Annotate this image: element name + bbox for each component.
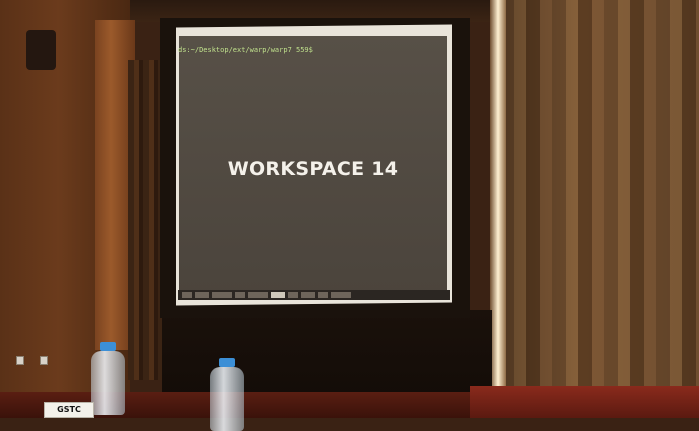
curtain-shadow bbox=[500, 0, 699, 400]
wall-socket bbox=[40, 356, 48, 365]
workspace-title: WORKSPACE 14 bbox=[227, 158, 399, 180]
workspace-indicator bbox=[271, 292, 285, 298]
menu-icon bbox=[182, 292, 192, 298]
water-bottle bbox=[210, 358, 244, 431]
taskbar-item bbox=[195, 292, 209, 298]
bottle-cap bbox=[219, 358, 235, 367]
bottle-body bbox=[210, 367, 244, 431]
taskbar-item bbox=[248, 292, 268, 298]
taskbar-item bbox=[212, 292, 232, 298]
water-bottle bbox=[91, 342, 125, 415]
taskbar-item bbox=[301, 292, 315, 298]
name-card: GSTC bbox=[44, 402, 94, 418]
taskbar-item bbox=[235, 292, 245, 298]
desktop-taskbar bbox=[178, 290, 450, 300]
bottle-cap bbox=[100, 342, 116, 351]
tray-icon bbox=[318, 292, 328, 298]
table-edge bbox=[470, 386, 699, 418]
taskbar-item bbox=[288, 292, 298, 298]
taskbar-clock bbox=[331, 292, 351, 298]
bottle-body bbox=[91, 351, 125, 415]
terminal-prompt: ds:~/Desktop/ext/warp/warp7 559$ bbox=[178, 46, 313, 54]
wall-speaker bbox=[26, 30, 56, 70]
light-strip bbox=[490, 0, 506, 390]
wall-socket bbox=[16, 356, 24, 365]
